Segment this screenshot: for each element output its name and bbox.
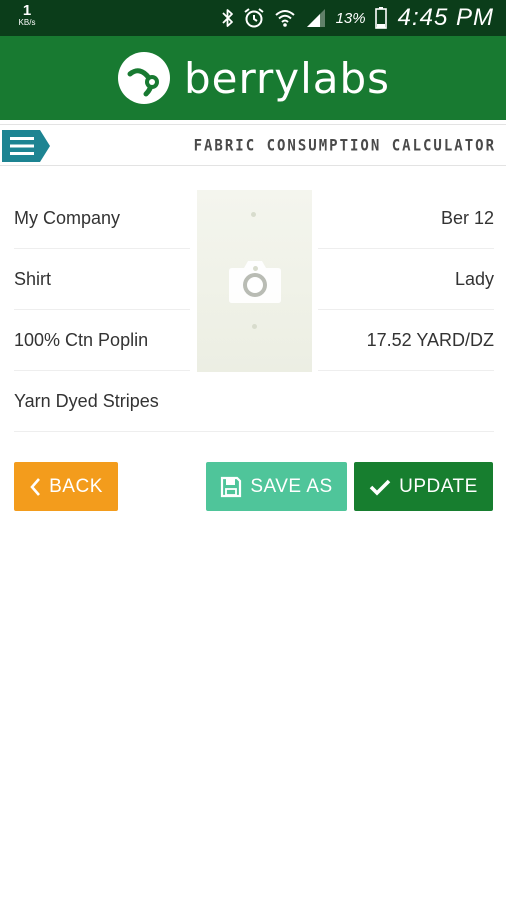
title-bar: FABRIC CONSUMPTION CALCULATOR [0,124,506,166]
battery-percent: 13% [335,9,366,27]
signal-icon [305,8,327,28]
camera-icon[interactable] [226,256,284,306]
company-value: My Company [14,207,121,228]
garment-photo[interactable] [197,190,312,372]
back-button[interactable]: BACK [14,462,118,511]
app-header: berrylabs [0,36,506,120]
save-as-button[interactable]: SAVE AS [206,462,347,511]
network-speed: 1 KB/s [14,3,40,27]
pattern-value: Yarn Dyed Stripes [14,390,159,411]
network-speed-unit: KB/s [18,18,36,27]
gender-field: Lady [318,249,494,310]
wifi-icon [274,8,296,28]
garment-value: Shirt [14,268,52,289]
status-bar: 1 KB/s 13% 4:45 PM [0,0,506,36]
back-label: BACK [49,475,103,497]
update-label: UPDATE [399,475,478,497]
bluetooth-icon [221,8,234,28]
save-icon [220,476,242,498]
company-field: My Company [14,188,190,249]
brand-name: berrylabs [183,53,391,103]
garment-field: Shirt [14,249,190,310]
style-number-field: Ber 12 [318,188,494,249]
checkmark-icon [369,478,391,496]
button-dot [252,324,257,329]
page-title: FABRIC CONSUMPTION CALCULATOR [193,136,496,156]
alarm-icon [243,7,265,29]
gender-value: Lady [454,268,494,289]
hamburger-menu-icon [2,130,52,162]
chevron-left-icon [29,477,41,497]
consumption-field: 17.52 YARD/DZ [318,310,494,371]
style-number-value: Ber 12 [440,207,494,228]
berrylabs-logo-icon [116,50,172,106]
battery-icon [374,7,387,29]
consumption-value: 17.52 YARD/DZ [366,329,494,350]
update-button[interactable]: UPDATE [354,462,493,511]
menu-button[interactable] [2,130,52,162]
clock: 4:45 PM [397,4,494,31]
network-speed-value: 1 [22,2,32,19]
button-dot [251,212,256,217]
button-dot [253,266,258,271]
status-icons: 13% 4:45 PM [221,0,494,36]
fabric-field: 100% Ctn Poplin [14,310,190,371]
fabric-value: 100% Ctn Poplin [14,329,149,350]
pattern-field: Yarn Dyed Stripes [14,371,494,432]
save-as-label: SAVE AS [250,475,333,497]
